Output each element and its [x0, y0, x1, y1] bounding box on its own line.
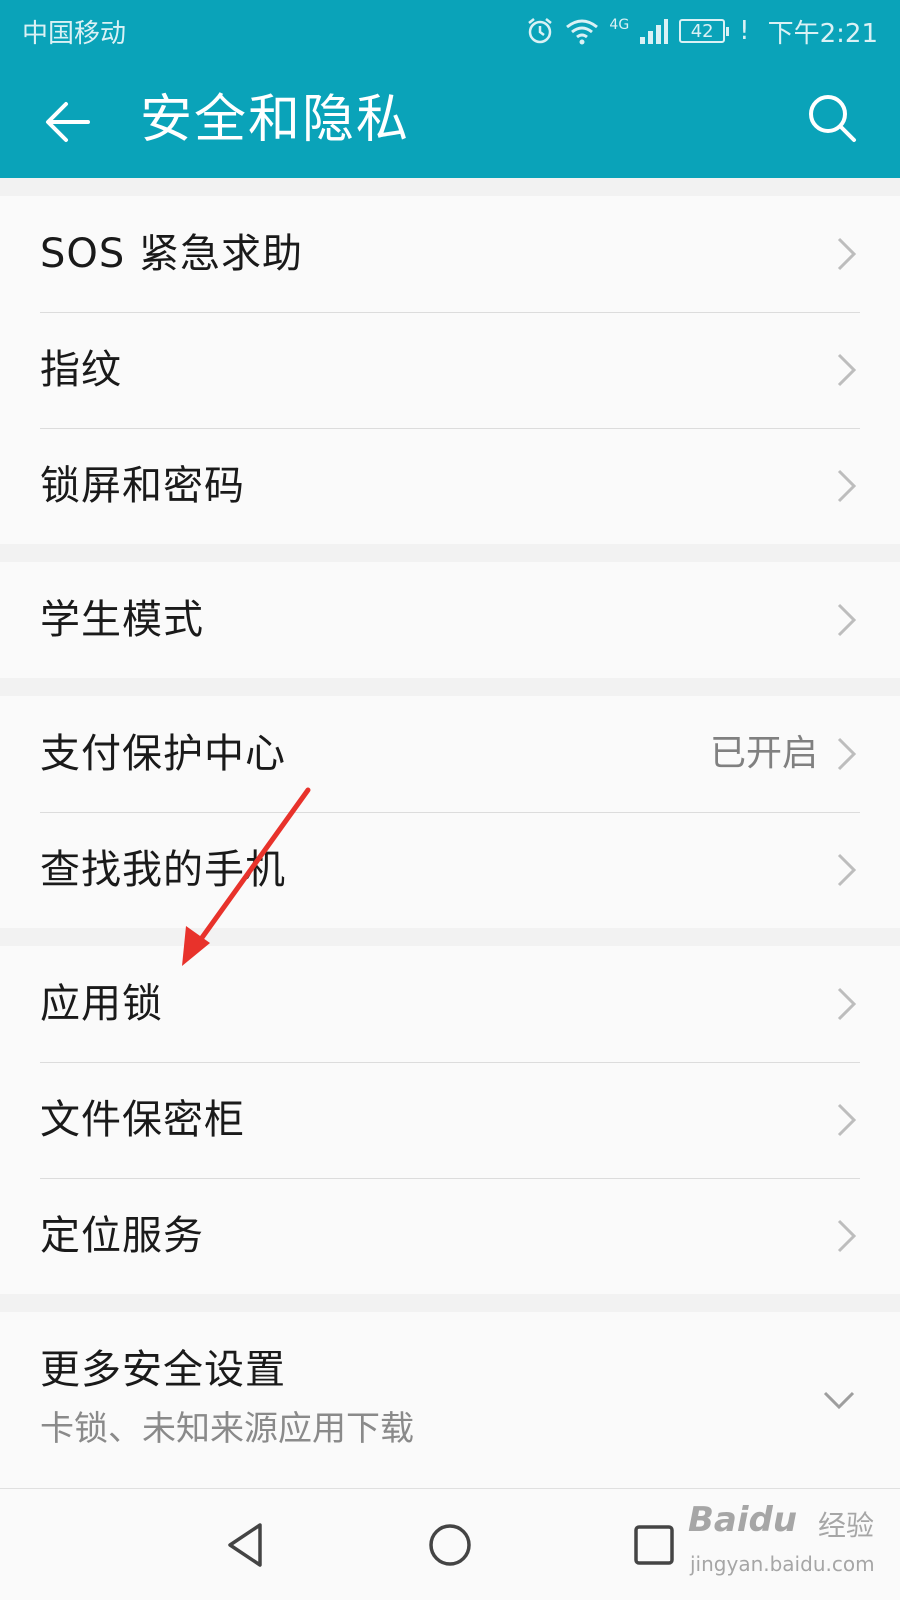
- item-label: SOS 紧急求助: [40, 231, 303, 277]
- item-status-value: 已开启: [709, 733, 818, 774]
- item-label: 定位服务: [40, 1213, 204, 1259]
- item-label: 更多安全设置: [40, 1347, 286, 1393]
- settings-list: SOS 紧急求助 指纹 锁屏和密码 学生模式 支付保护中心 已开启 查找我的手机: [0, 178, 900, 1492]
- chevron-right-icon: [837, 1219, 857, 1253]
- item-label: 查找我的手机: [40, 847, 286, 893]
- chevron-right-icon: [837, 737, 857, 771]
- item-label: 文件保密柜: [40, 1097, 245, 1143]
- item-label: 锁屏和密码: [40, 463, 245, 509]
- settings-group-more: 更多安全设置 卡锁、未知来源应用下载: [0, 1312, 900, 1492]
- settings-group-student: 学生模式: [0, 562, 900, 678]
- nav-back-icon[interactable]: [216, 1515, 276, 1575]
- nav-home-icon[interactable]: [420, 1515, 480, 1575]
- clock-label: 下午2:21: [767, 18, 878, 49]
- chevron-right-icon: [837, 353, 857, 387]
- settings-item-sos[interactable]: SOS 紧急求助: [0, 196, 900, 312]
- item-label: 支付保护中心: [40, 731, 286, 777]
- signal-icon: [640, 19, 669, 44]
- chevron-right-icon: [837, 603, 857, 637]
- battery-level: 42: [690, 20, 714, 42]
- watermark: Baidu 经验 jingyan.baidu.com: [688, 1500, 888, 1590]
- settings-item-location-services[interactable]: 定位服务: [0, 1178, 900, 1294]
- status-bar: 中国移动 4G 42 ! 下午2:21: [0, 0, 900, 62]
- chevron-down-icon[interactable]: [822, 1390, 856, 1412]
- settings-item-find-my-phone[interactable]: 查找我的手机: [0, 812, 900, 928]
- item-sublabel: 卡锁、未知来源应用下载: [40, 1409, 414, 1449]
- settings-item-student-mode[interactable]: 学生模式: [0, 562, 900, 678]
- settings-item-app-lock[interactable]: 应用锁: [0, 946, 900, 1062]
- chevron-right-icon: [837, 987, 857, 1021]
- network-type-label: 4G: [609, 16, 630, 33]
- arrow-left-icon[interactable]: [40, 94, 96, 150]
- item-label: 学生模式: [40, 597, 204, 643]
- status-icons: 4G 42 ! 下午2:21: [525, 13, 878, 50]
- watermark-suffix: 经验: [818, 1509, 875, 1542]
- item-label: 应用锁: [40, 981, 163, 1027]
- app-bar: 中国移动 4G 42 ! 下午2:21 安全和隐私: [0, 0, 900, 178]
- settings-group-security: SOS 紧急求助 指纹 锁屏和密码: [0, 196, 900, 544]
- carrier-label: 中国移动: [22, 18, 127, 49]
- watermark-brand: Baidu: [688, 1500, 798, 1540]
- settings-item-fingerprint[interactable]: 指纹: [0, 312, 900, 428]
- chevron-right-icon: [837, 237, 857, 271]
- chevron-right-icon: [837, 469, 857, 503]
- title-bar: 安全和隐私: [0, 62, 900, 178]
- settings-item-payment-protection[interactable]: 支付保护中心 已开启: [0, 696, 900, 812]
- item-label: 指纹: [40, 347, 122, 393]
- settings-item-lock-screen-password[interactable]: 锁屏和密码: [0, 428, 900, 544]
- settings-group-payment: 支付保护中心 已开启 查找我的手机: [0, 696, 900, 928]
- nav-recent-apps-icon[interactable]: [624, 1515, 684, 1575]
- watermark-url: jingyan.baidu.com: [690, 1552, 875, 1576]
- page-title: 安全和隐私: [140, 90, 411, 150]
- chevron-right-icon: [837, 1103, 857, 1137]
- alarm-icon: [528, 18, 553, 44]
- chevron-right-icon: [837, 853, 857, 887]
- wifi-icon: [566, 19, 599, 45]
- settings-group-privacy: 应用锁 文件保密柜 定位服务: [0, 946, 900, 1294]
- battery-icon: 42: [679, 19, 730, 43]
- settings-item-more-security[interactable]: 更多安全设置 卡锁、未知来源应用下载: [0, 1312, 900, 1492]
- search-icon[interactable]: [804, 90, 860, 146]
- alert-icon: !: [739, 16, 750, 46]
- settings-item-file-safe[interactable]: 文件保密柜: [0, 1062, 900, 1178]
